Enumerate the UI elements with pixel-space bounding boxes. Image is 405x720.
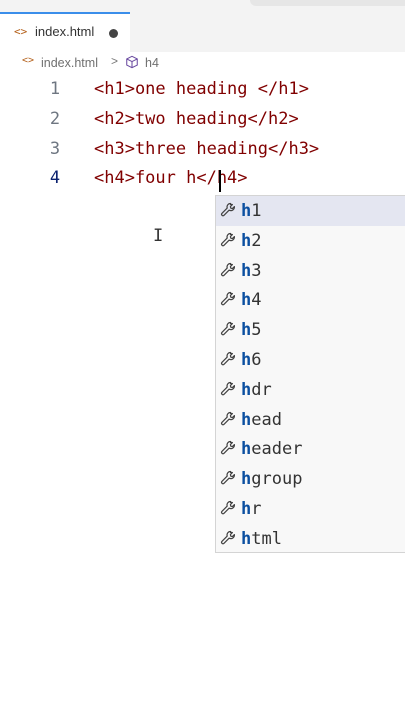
code-brackets-icon: <>	[22, 55, 35, 66]
suggestion-label: hdr	[241, 380, 272, 400]
breadcrumb-file[interactable]: index.html	[41, 56, 98, 70]
tab-index-html[interactable]: <> index.html	[0, 12, 130, 52]
suggestion-match: h	[241, 290, 252, 311]
suggestion-match: h	[241, 349, 252, 370]
suggestion-match: h	[241, 260, 252, 281]
suggestion-match: h	[241, 498, 252, 519]
wrench-icon	[221, 351, 235, 366]
wrench-icon	[221, 322, 235, 336]
suggestion-rest: 6	[251, 349, 262, 370]
suggestion-rest: r	[251, 498, 262, 519]
code-line[interactable]: 3 <h3>three heading</h3>	[0, 139, 405, 169]
suggestion-item[interactable]: h5	[216, 315, 405, 345]
line-number: 3	[49, 139, 61, 159]
suggestion-label: h3	[241, 261, 262, 281]
suggestion-rest: 5	[251, 320, 262, 341]
code-brackets-icon: <>	[14, 25, 28, 38]
suggestion-label: head	[241, 410, 282, 430]
code-text[interactable]: <h1>one heading </h1>	[94, 79, 309, 99]
suggestion-item[interactable]: hr	[216, 494, 405, 524]
suggestion-match: h	[241, 439, 252, 460]
mouse-ibeam-icon: I	[153, 226, 164, 246]
suggestion-rest: dr	[251, 379, 272, 400]
suggestion-match: h	[241, 409, 252, 430]
code-text[interactable]: <h2>two heading</h2>	[94, 109, 299, 129]
suggestion-item[interactable]: header	[216, 434, 405, 464]
suggestion-rest: group	[251, 469, 303, 490]
window-corner	[250, 0, 405, 6]
suggestion-label: h4	[241, 290, 262, 310]
wrench-icon	[221, 232, 235, 247]
wrench-icon	[221, 381, 235, 396]
wrench-icon	[221, 530, 235, 545]
suggestion-item[interactable]: h4	[216, 285, 405, 315]
suggestion-rest: 1	[251, 201, 262, 221]
line-number: 4	[49, 168, 61, 188]
suggestion-match: h	[241, 320, 252, 341]
suggestion-item[interactable]: hdr	[216, 375, 405, 405]
suggestion-item[interactable]: hgroup	[216, 464, 405, 494]
suggestion-rest: eader	[251, 439, 303, 460]
wrench-icon	[221, 262, 235, 276]
code-line[interactable]: 2 <h2>two heading</h2>	[0, 109, 405, 139]
suggestion-rest: ead	[251, 409, 282, 430]
line-number: 2	[49, 109, 61, 129]
autocomplete-list[interactable]: h1 h2 h3 h4 h5 h6 hdr head header hgroup hr html	[215, 195, 405, 553]
suggestion-item[interactable]: head	[216, 405, 405, 435]
breadcrumb: <> index.html > h4	[0, 53, 405, 75]
suggestion-label: header	[241, 439, 302, 459]
suggestion-item[interactable]: h2	[216, 226, 405, 256]
suggestion-label: h2	[241, 231, 262, 251]
wrench-icon	[221, 500, 235, 515]
code-line[interactable]: 1 <h1>one heading </h1>	[0, 79, 405, 109]
suggestion-match: h	[241, 469, 252, 490]
suggestion-label: h1	[241, 201, 262, 221]
suggestion-item[interactable]: h1	[216, 196, 405, 226]
suggestion-rest: 3	[251, 260, 262, 281]
breadcrumb-element[interactable]: h4	[145, 56, 159, 70]
suggestion-label: html	[241, 529, 282, 549]
suggestion-match: h	[241, 379, 252, 400]
suggestion-item[interactable]: h3	[216, 256, 405, 286]
text-cursor	[219, 170, 221, 192]
suggestion-label: hgroup	[241, 469, 302, 489]
line-number: 1	[49, 79, 61, 99]
suggestion-label: h6	[241, 350, 262, 370]
breadcrumb-separator: >	[111, 54, 119, 68]
suggestion-rest: 4	[251, 290, 262, 311]
wrench-icon	[221, 441, 235, 455]
suggestion-rest: 2	[251, 230, 262, 251]
cube-icon	[126, 55, 138, 69]
tab-bar: <> index.html	[0, 0, 405, 52]
suggestion-match: h	[241, 230, 252, 251]
code-text[interactable]: <h4>four h</h4>	[94, 168, 248, 188]
suggestion-rest: tml	[251, 528, 282, 549]
wrench-icon	[221, 411, 235, 425]
suggestion-match: h	[241, 528, 252, 549]
wrench-icon	[221, 202, 235, 217]
suggestion-label: hr	[241, 499, 262, 519]
code-text[interactable]: <h3>three heading</h3>	[94, 139, 319, 159]
suggestion-item[interactable]: h6	[216, 345, 405, 375]
suggestion-match: h	[241, 201, 252, 221]
suggestion-label: h5	[241, 320, 262, 340]
unsaved-dot-icon[interactable]	[109, 29, 118, 38]
wrench-icon	[221, 471, 235, 485]
tab-label: index.html	[35, 24, 95, 39]
suggestion-item[interactable]: html	[216, 524, 405, 554]
code-line-active[interactable]: 4 <h4>four h</h4>	[0, 168, 405, 198]
wrench-icon	[221, 292, 235, 306]
